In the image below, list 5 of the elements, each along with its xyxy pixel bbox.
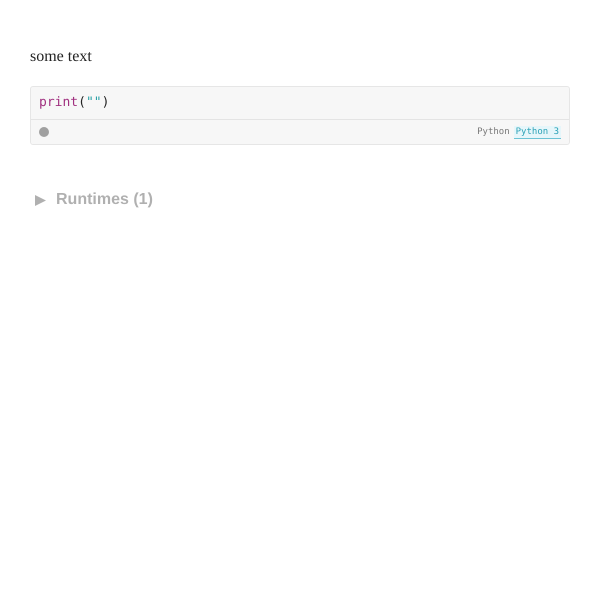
code-line[interactable]: print("") [31,87,569,120]
caret-right-icon[interactable] [35,194,46,206]
paragraph-text: some text [30,47,92,67]
code-cell[interactable]: print("") Python Python 3 [30,86,570,145]
language-label: Python [477,127,510,137]
